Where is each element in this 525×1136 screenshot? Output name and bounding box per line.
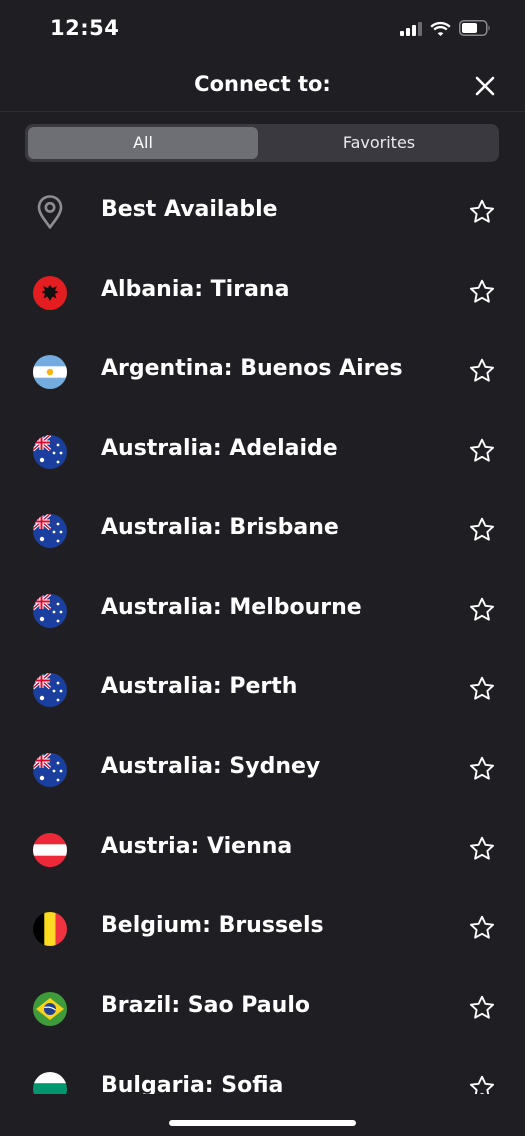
list-item[interactable]: Brazil: Sao Paulo xyxy=(0,970,525,1049)
list-item[interactable]: Australia: Adelaide xyxy=(0,413,525,492)
cellular-signal-icon xyxy=(400,21,422,40)
star-icon[interactable] xyxy=(468,596,496,624)
location-label: Austria: Vienna xyxy=(101,834,293,859)
austria-flag-icon xyxy=(33,833,67,867)
star-icon[interactable] xyxy=(468,437,496,465)
list-item[interactable]: Belgium: Brussels xyxy=(0,890,525,969)
close-button[interactable] xyxy=(473,74,497,98)
location-label: Bulgaria: Sofia xyxy=(101,1073,284,1094)
status-time: 12:54 xyxy=(50,16,120,40)
star-icon[interactable] xyxy=(468,198,496,226)
tab-favorites[interactable]: Favorites xyxy=(262,127,496,159)
tab-all[interactable]: All xyxy=(28,127,258,159)
star-icon[interactable] xyxy=(468,914,496,942)
australia-flag-icon xyxy=(33,514,67,548)
location-label: Australia: Perth xyxy=(101,674,298,699)
location-label: Brazil: Sao Paulo xyxy=(101,993,310,1018)
star-icon[interactable] xyxy=(468,516,496,544)
list-item[interactable]: Best Available xyxy=(0,174,525,253)
location-label: Australia: Brisbane xyxy=(101,515,339,540)
location-label: Best Available xyxy=(101,197,278,222)
status-icons xyxy=(400,20,491,40)
location-label: Australia: Melbourne xyxy=(101,595,362,620)
bulgaria-flag-icon xyxy=(33,1072,67,1094)
star-icon[interactable] xyxy=(468,994,496,1022)
location-label: Australia: Sydney xyxy=(101,754,321,779)
list-item[interactable]: Australia: Perth xyxy=(0,651,525,730)
belgium-flag-icon xyxy=(33,912,67,946)
albania-flag-icon xyxy=(33,276,67,310)
argentina-flag-icon xyxy=(33,355,67,389)
star-icon[interactable] xyxy=(468,1074,496,1094)
list-item[interactable]: Australia: Sydney xyxy=(0,731,525,810)
list-item[interactable]: Bulgaria: Sofia xyxy=(0,1050,525,1094)
list-item[interactable]: Australia: Melbourne xyxy=(0,572,525,651)
star-icon[interactable] xyxy=(468,357,496,385)
segmented-control: All Favorites xyxy=(25,124,499,162)
star-icon[interactable] xyxy=(468,675,496,703)
location-list: Best Available Albania: Tirana Argentina… xyxy=(0,174,525,1094)
location-label: Albania: Tirana xyxy=(101,277,290,302)
wifi-icon xyxy=(430,21,451,40)
brazil-flag-icon xyxy=(33,992,67,1026)
list-item[interactable]: Albania: Tirana xyxy=(0,254,525,333)
location-label: Argentina: Buenos Aires xyxy=(101,356,403,381)
battery-icon xyxy=(459,20,491,40)
list-item[interactable]: Austria: Vienna xyxy=(0,811,525,890)
close-icon xyxy=(475,76,495,96)
status-bar: 12:54 xyxy=(0,0,525,60)
list-item[interactable]: Australia: Brisbane xyxy=(0,492,525,571)
header: Connect to: xyxy=(0,60,525,110)
australia-flag-icon xyxy=(33,594,67,628)
star-icon[interactable] xyxy=(468,278,496,306)
header-divider xyxy=(0,111,525,112)
location-label: Belgium: Brussels xyxy=(101,913,324,938)
australia-flag-icon xyxy=(33,673,67,707)
list-item[interactable]: Argentina: Buenos Aires xyxy=(0,333,525,412)
location-label: Australia: Adelaide xyxy=(101,436,338,461)
star-icon[interactable] xyxy=(468,755,496,783)
star-icon[interactable] xyxy=(468,835,496,863)
australia-flag-icon xyxy=(33,435,67,469)
page-title: Connect to: xyxy=(194,72,331,96)
home-indicator[interactable] xyxy=(169,1120,356,1126)
australia-flag-icon xyxy=(33,753,67,787)
location-pin-icon xyxy=(33,194,67,230)
